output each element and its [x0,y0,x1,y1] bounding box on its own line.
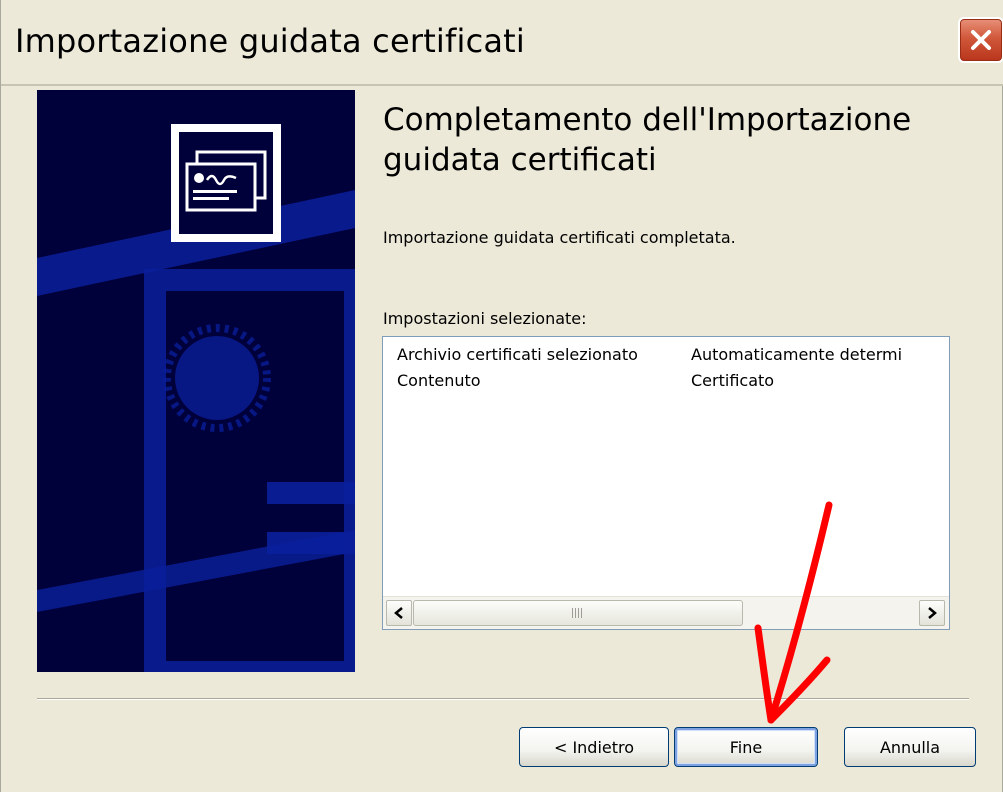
scroll-right-button[interactable] [919,600,945,626]
cancel-button[interactable]: Annulla [844,727,976,767]
scroll-left-button[interactable] [386,600,412,626]
horizontal-scrollbar[interactable] [383,596,949,629]
scroll-left-arrow-icon [394,607,403,619]
close-icon [971,30,991,50]
window-title: Importazione guidata certificati [15,22,526,60]
finish-button[interactable]: Fine [674,727,818,767]
sidebar-artwork [37,124,355,672]
settings-list[interactable]: Archivio certificati selezionato Automat… [382,336,950,630]
title-bar[interactable]: Importazione guidata certificati [1,0,1003,86]
footer-divider [37,698,969,700]
scrollbar-thumb[interactable] [413,600,743,626]
certificate-icon [171,124,281,242]
setting-name: Contenuto [397,371,481,390]
page-heading: Completamento dell'Importazione guidata … [383,102,912,178]
wizard-sidebar-graphic [37,90,355,672]
wizard-window: Importazione guidata certificati Complet… [0,0,1003,792]
setting-name: Archivio certificati selezionato [397,345,638,364]
settings-label: Impostazioni selezionate: [383,309,587,328]
completion-message: Importazione guidata certificati complet… [383,228,736,247]
back-button[interactable]: < Indietro [519,727,669,767]
close-button[interactable] [958,17,1003,63]
seal-graphic [163,324,271,432]
grip-icon [572,608,584,618]
setting-value: Automaticamente determi [691,345,903,364]
scroll-right-arrow-icon [928,607,937,619]
setting-value: Certificato [691,371,775,390]
